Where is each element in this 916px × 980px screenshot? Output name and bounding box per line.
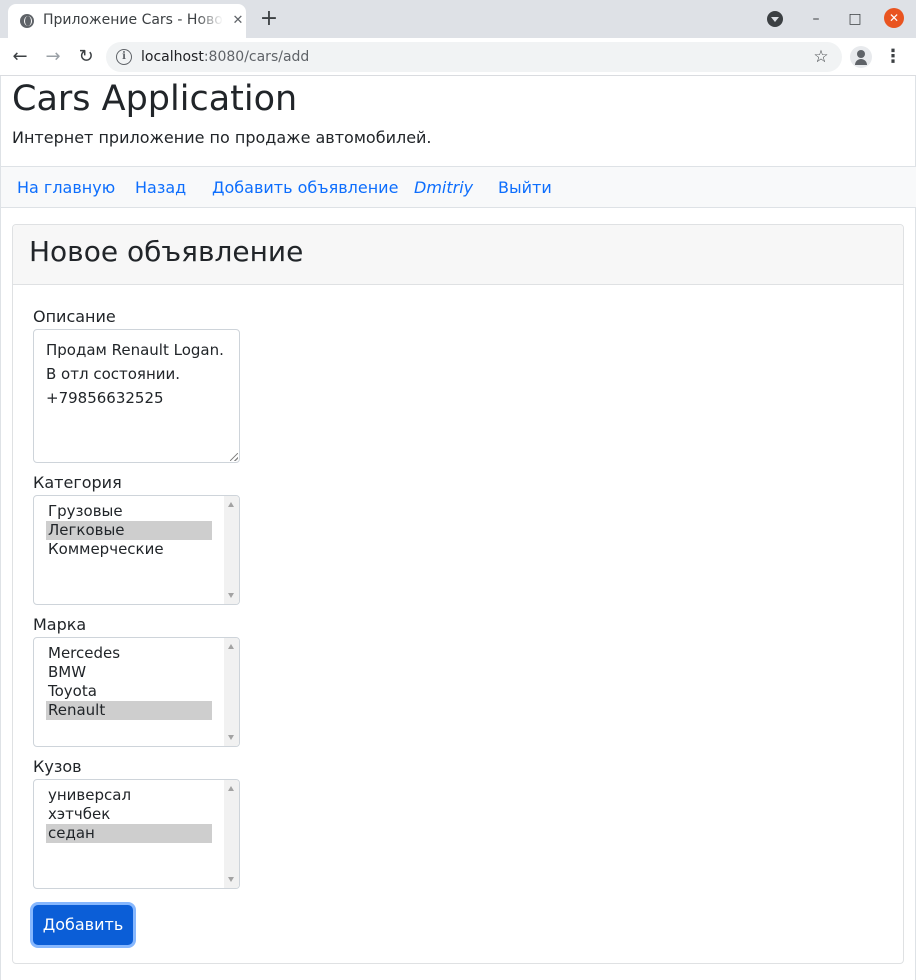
globe-icon (20, 14, 34, 28)
nav-back-link[interactable]: Назад (135, 178, 186, 198)
description-line: В отл состоянии. (46, 365, 181, 383)
account-icon[interactable] (850, 46, 872, 68)
brand-option[interactable]: BMW (46, 663, 212, 682)
body-options: универсал хэтчбек седан (46, 786, 212, 843)
minimize-icon[interactable]: – (806, 9, 826, 29)
scroll-down-arrow-icon[interactable] (228, 593, 234, 598)
url-host: localhost (141, 49, 204, 65)
brand-option[interactable]: Toyota (46, 682, 212, 701)
category-option[interactable]: Грузовые (46, 502, 212, 521)
description-label: Описание (33, 307, 116, 326)
nav-home-link[interactable]: На главную (17, 178, 115, 198)
nav-logout-link[interactable]: Выйти (498, 178, 552, 198)
nav-add-link[interactable]: Добавить объявление (212, 178, 398, 198)
brand-select[interactable]: Mercedes BMW Toyota Renault (33, 637, 240, 747)
maximize-icon[interactable]: □ (845, 9, 865, 29)
forward-arrow-icon[interactable]: → (41, 45, 65, 69)
card-title: Новое объявление (29, 235, 304, 268)
tab-title: Приложение Cars - Новое объявление (43, 12, 223, 28)
browser-tab[interactable]: Приложение Cars - Новое объявление ✕ (8, 4, 246, 38)
address-bar[interactable]: i localhost:8080/cars/add ☆ (106, 42, 842, 72)
category-select[interactable]: Грузовые Легковые Коммерческие (33, 495, 240, 605)
card-header: Новое объявление (13, 225, 903, 285)
reload-icon[interactable]: ↻ (74, 45, 98, 69)
scroll-down-arrow-icon[interactable] (228, 877, 234, 882)
scroll-down-arrow-icon[interactable] (228, 735, 234, 740)
brand-option-selected[interactable]: Renault (46, 701, 212, 720)
brand-option[interactable]: Mercedes (46, 644, 212, 663)
tab-search-icon[interactable] (767, 11, 783, 27)
body-option[interactable]: универсал (46, 786, 212, 805)
body-label: Кузов (33, 757, 82, 776)
app-title: Cars Application (12, 79, 298, 119)
category-scrollbar[interactable] (224, 496, 239, 604)
page-content: Cars Application Интернет приложение по … (0, 76, 916, 980)
scroll-up-arrow-icon[interactable] (228, 502, 234, 507)
new-tab-icon[interactable]: + (258, 8, 280, 30)
brand-scrollbar[interactable] (224, 638, 239, 746)
url-text[interactable]: localhost:8080/cars/add (141, 48, 309, 66)
description-textarea[interactable]: Продам Renault Logan. В отл состоянии. +… (33, 329, 240, 463)
app-subtitle: Интернет приложение по продаже автомобил… (12, 128, 432, 147)
scroll-up-arrow-icon[interactable] (228, 786, 234, 791)
info-icon[interactable]: i (116, 49, 132, 65)
brand-options: Mercedes BMW Toyota Renault (46, 644, 212, 720)
nav-user-link[interactable]: Dmitriy (414, 178, 473, 198)
browser-tab-bar: Приложение Cars - Новое объявление ✕ + –… (0, 0, 916, 38)
new-ad-card: Новое объявление Описание Продам Renault… (12, 224, 904, 964)
back-arrow-icon[interactable]: ← (8, 45, 32, 69)
body-scrollbar[interactable] (224, 780, 239, 888)
submit-button[interactable]: Добавить (33, 905, 133, 945)
browser-toolbar: ← → ↻ i localhost:8080/cars/add ☆ ⋮ (0, 38, 916, 76)
scroll-up-arrow-icon[interactable] (228, 644, 234, 649)
bookmark-star-icon[interactable]: ☆ (810, 45, 832, 69)
window-close-icon[interactable]: ✕ (884, 8, 904, 28)
site-navbar: На главную Назад Добавить объявление Dmi… (1, 166, 916, 208)
body-select[interactable]: универсал хэтчбек седан (33, 779, 240, 889)
brand-label: Марка (33, 615, 87, 634)
resize-grip-icon[interactable] (230, 453, 238, 461)
category-options: Грузовые Легковые Коммерческие (46, 502, 212, 559)
category-label: Категория (33, 473, 122, 492)
browser-menu-icon[interactable]: ⋮ (883, 45, 903, 69)
body-option[interactable]: хэтчбек (46, 805, 212, 824)
body-option-selected[interactable]: седан (46, 824, 212, 843)
description-line: Продам Renault Logan. (46, 341, 224, 359)
category-option[interactable]: Коммерческие (46, 540, 212, 559)
tab-close-icon[interactable]: ✕ (230, 13, 246, 29)
category-option-selected[interactable]: Легковые (46, 521, 212, 540)
url-path: :8080/cars/add (203, 49, 310, 65)
description-line: +79856632525 (46, 389, 164, 407)
